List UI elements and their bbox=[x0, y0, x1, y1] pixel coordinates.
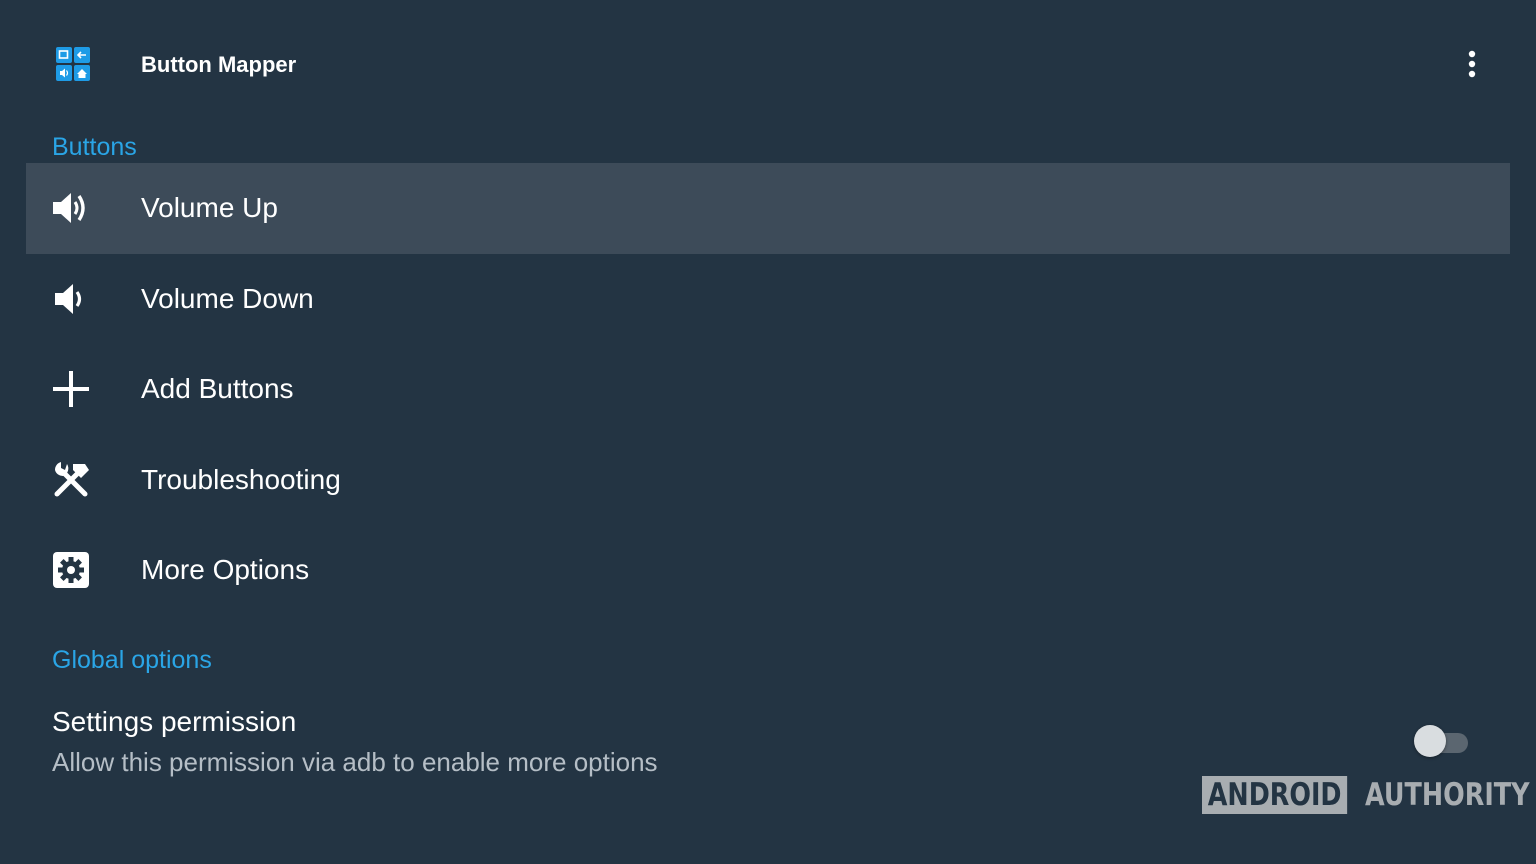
watermark-left: ANDROID bbox=[1202, 776, 1348, 814]
list-item-label: Volume Down bbox=[141, 282, 314, 314]
volume-down-icon bbox=[50, 278, 92, 320]
app-bar: Button Mapper bbox=[0, 0, 1536, 130]
app-title: Button Mapper bbox=[141, 52, 297, 77]
android-authority-watermark: ANDROID AUTHORITY bbox=[1202, 775, 1536, 815]
watermark-right: AUTHORITY bbox=[1365, 777, 1530, 813]
settings-box-icon bbox=[50, 549, 92, 591]
list-item-more-options[interactable]: More Options bbox=[26, 525, 1510, 616]
list-item-troubleshooting[interactable]: Troubleshooting bbox=[26, 435, 1510, 526]
buttons-list: Volume Up Volume Down Add Buttons Troubl… bbox=[26, 163, 1510, 616]
volume-up-icon bbox=[50, 187, 92, 229]
list-item-label: More Options bbox=[141, 554, 310, 586]
section-header-global-options: Global options bbox=[52, 646, 212, 674]
tools-icon bbox=[50, 459, 92, 501]
list-item-add-buttons[interactable]: Add Buttons bbox=[26, 344, 1510, 435]
list-item-label: Troubleshooting bbox=[141, 463, 341, 495]
settings-permission-pref[interactable]: Settings permission Allow this permissio… bbox=[52, 705, 1482, 785]
list-item-volume-down[interactable]: Volume Down bbox=[26, 254, 1510, 345]
settings-permission-summary: Allow this permission via adb to enable … bbox=[52, 747, 658, 777]
toggle-thumb bbox=[1414, 725, 1446, 757]
button-mapper-app-icon bbox=[56, 47, 90, 81]
list-item-label: Volume Up bbox=[141, 192, 278, 224]
settings-permission-title: Settings permission bbox=[52, 706, 297, 737]
add-icon bbox=[50, 368, 92, 410]
more-vert-icon[interactable] bbox=[1456, 44, 1488, 84]
button-mapper-screen: Button Mapper Buttons Volume Up Volume D… bbox=[0, 0, 1536, 864]
list-item-volume-up[interactable]: Volume Up bbox=[26, 163, 1510, 254]
list-item-label: Add Buttons bbox=[141, 373, 294, 405]
section-header-buttons: Buttons bbox=[52, 133, 137, 161]
settings-permission-toggle[interactable] bbox=[1414, 723, 1470, 759]
